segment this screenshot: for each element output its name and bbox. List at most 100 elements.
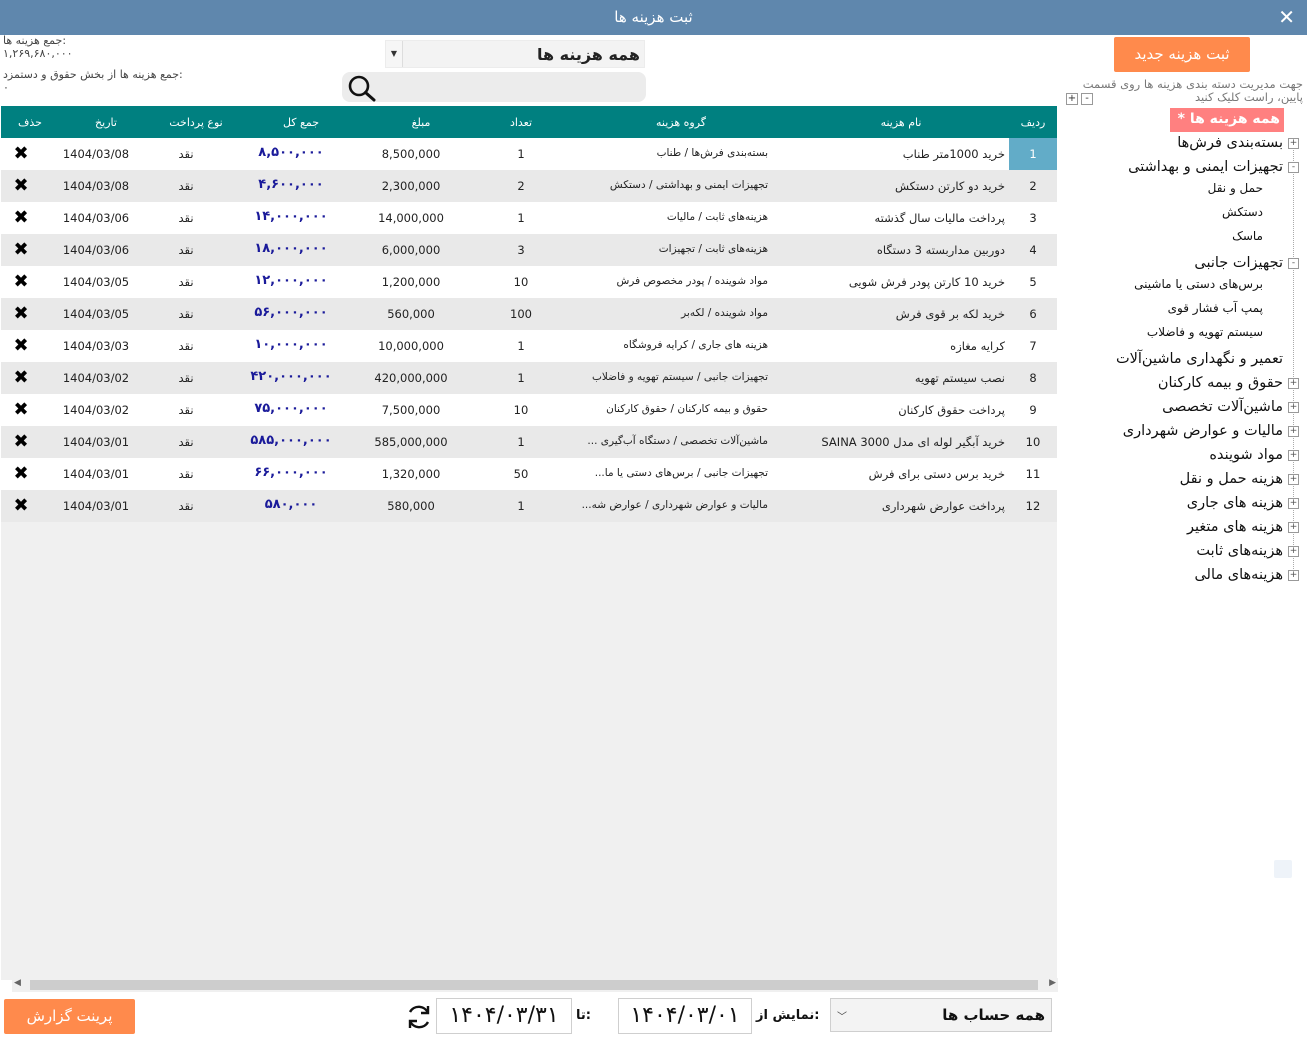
delete-icon[interactable]: ✖ [9,463,33,484]
table-row[interactable]: 12 پرداخت عوارض شهرداری مالیات و عوارض شهر… [1,490,1057,522]
table-row[interactable]: 8 نصب سیستم تهویه تجهیزات جانبی / سیستم ته… [1,362,1057,394]
table-row[interactable]: 9 پرداخت حقوق کارکنان حقوق و بیمه کارکنان … [1,394,1057,426]
delete-icon[interactable]: ✖ [9,367,33,388]
tree-item[interactable]: هزینه حمل و نقل [1180,471,1283,487]
expand-icon[interactable]: + [1288,426,1299,437]
delete-icon[interactable]: ✖ [9,303,33,324]
table-row[interactable]: 11 خرید برس دستی برای فرش تجهیزات جانبی / … [1,458,1057,490]
row-date: 1404/03/06 [62,243,130,257]
delete-icon[interactable]: ✖ [9,431,33,452]
expand-icon[interactable]: + [1288,450,1299,461]
collapse-all-button[interactable]: - [1081,93,1093,105]
table-row[interactable]: 5 خرید 10 کارتن پودر فرش شویی مواد شوینده … [1,266,1057,298]
delete-icon[interactable]: ✖ [9,495,33,516]
new-expense-button[interactable]: ثبت هزینه جدید [1114,37,1250,72]
row-index: 6 [1029,307,1037,321]
salary-total-value: ۰ [3,81,9,94]
row-index: 1 [1029,147,1037,161]
tree-item[interactable]: مواد شوینده [1209,447,1283,463]
table-row[interactable]: 4 دوربین مداربسته 3 دستگاه هزینه‌های ثابت … [1,234,1057,266]
table-row[interactable]: 2 خرید دو کارتن دستکش تجهیزات ایمنی و بهدا… [1,170,1057,202]
dropdown-arrow-icon[interactable]: ▼ [386,41,403,67]
delete-icon[interactable]: ✖ [9,207,33,228]
total-label: جمع هزینه ها: [3,34,67,47]
row-amount: 2,300,000 [381,179,441,193]
search-input[interactable] [342,72,646,102]
horizontal-scrollbar[interactable]: ◀ ▶ [12,978,1058,992]
side-panel-handle [1274,860,1292,878]
row-count: 3 [517,243,525,257]
col-group[interactable]: گروه هزینه [581,116,781,129]
table-row[interactable]: 6 خرید لکه بر قوی فرش مواد شوینده / لکه‌بر… [1,298,1057,330]
row-payment-type: نقد [178,499,194,513]
tree-item[interactable]: تجهیزات جانبی [1194,255,1283,271]
collapse-icon[interactable]: - [1288,258,1299,269]
row-total: ۱۴,۰۰۰,۰۰۰ [254,209,328,224]
tree-item[interactable]: هزینه‌های مالی [1194,567,1283,583]
table-row[interactable]: 7 کرایه مغازه هزینه های جاری / کرایه فروشگ… [1,330,1057,362]
tree-subitem[interactable]: پمپ آب فشار قوی [1168,301,1263,315]
tree-item[interactable]: بسته‌بندی فرش‌ها [1177,135,1283,151]
expand-icon[interactable]: + [1288,402,1299,413]
table-row[interactable]: 10 خرید آبگیر لوله ای مدل SAINA 3000 ماشین… [1,426,1057,458]
refresh-icon[interactable] [404,1003,434,1031]
col-delete[interactable]: حذف [5,116,55,129]
tree-item-all-expenses[interactable]: * همه هزینه ها * [1170,108,1284,150]
col-amount[interactable]: مبلغ [361,116,481,129]
tree-item[interactable]: هزینه‌های ثابت [1196,543,1283,559]
search-icon[interactable] [347,74,377,102]
scroll-left-icon[interactable]: ◀ [14,978,21,988]
tree-item[interactable]: تعمیر و نگهداری ماشین‌آلات [1116,351,1283,367]
row-amount: 8,500,000 [381,147,441,161]
category-select[interactable]: ▼ همه هزینه ها [385,40,645,68]
delete-icon[interactable]: ✖ [9,335,33,356]
expand-icon[interactable]: + [1288,138,1299,149]
expand-icon[interactable]: + [1288,474,1299,485]
expand-icon[interactable]: + [1288,570,1299,581]
expand-all-button[interactable]: + [1066,93,1078,105]
row-expense-group: مواد شوینده / لکه‌بر [681,307,768,319]
tree-item[interactable]: حقوق و بیمه کارکنان [1158,375,1283,391]
col-date[interactable]: تاریخ [61,116,151,129]
close-icon[interactable]: ✕ [1278,5,1295,29]
chevron-down-icon[interactable]: ﹀ [837,1008,847,1023]
tree-item[interactable]: هزینه های جاری [1187,495,1283,511]
tree-subitem[interactable]: حمل و نقل [1208,181,1263,195]
row-amount: 7,500,000 [381,403,441,417]
tree-subitem[interactable]: برس‌های دستی یا ماشینی [1134,277,1263,291]
print-report-button[interactable]: پرینت گزارش [4,999,135,1034]
tree-item[interactable]: تجهیزات ایمنی و بهداشتی [1128,159,1283,175]
col-total[interactable]: جمع کل [241,116,361,129]
col-count[interactable]: تعداد [491,116,551,129]
scroll-right-icon[interactable]: ▶ [1049,978,1056,988]
delete-icon[interactable]: ✖ [9,271,33,292]
row-index: 10 [1025,435,1041,449]
to-date-input[interactable]: ۱۴۰۴/۰۳/۳۱ [436,998,572,1034]
collapse-icon[interactable]: - [1288,162,1299,173]
delete-icon[interactable]: ✖ [9,175,33,196]
delete-icon[interactable]: ✖ [9,239,33,260]
tree-item[interactable]: مالیات و عوارض شهرداری [1123,423,1283,439]
table-row[interactable]: 3 پرداخت مالیات سال گذشته هزینه‌های ثابت /… [1,202,1057,234]
tree-subitem[interactable]: سیستم تهویه و فاضلاب [1147,325,1263,339]
tree-subitem[interactable]: ماسک [1232,229,1263,243]
expand-icon[interactable]: + [1288,498,1299,509]
tree-item[interactable]: ماشین‌آلات تخصصی [1162,399,1283,415]
col-index[interactable]: ردیف [1009,116,1057,129]
col-payment[interactable]: نوع پرداخت [151,116,241,129]
row-index: 5 [1029,275,1037,289]
row-index: 11 [1025,467,1041,481]
delete-icon[interactable]: ✖ [9,143,33,164]
scroll-thumb[interactable] [30,980,1038,990]
from-date-input[interactable]: ۱۴۰۴/۰۳/۰۱ [618,998,752,1034]
row-expense-group: هزینه‌های ثابت / تجهیزات [658,243,768,255]
expand-icon[interactable]: + [1288,546,1299,557]
tree-subitem[interactable]: دستکش [1222,205,1263,219]
account-select[interactable]: ﹀ همه حساب ها [830,998,1052,1032]
delete-icon[interactable]: ✖ [9,399,33,420]
table-row[interactable]: 1 خرید 1000متر طناب بسته‌بندی فرش‌ها / طنا… [1,138,1057,170]
col-name[interactable]: نام هزینه [801,116,1001,129]
expand-icon[interactable]: + [1288,522,1299,533]
tree-item[interactable]: هزینه های متغیر [1187,519,1283,535]
expand-icon[interactable]: + [1288,378,1299,389]
